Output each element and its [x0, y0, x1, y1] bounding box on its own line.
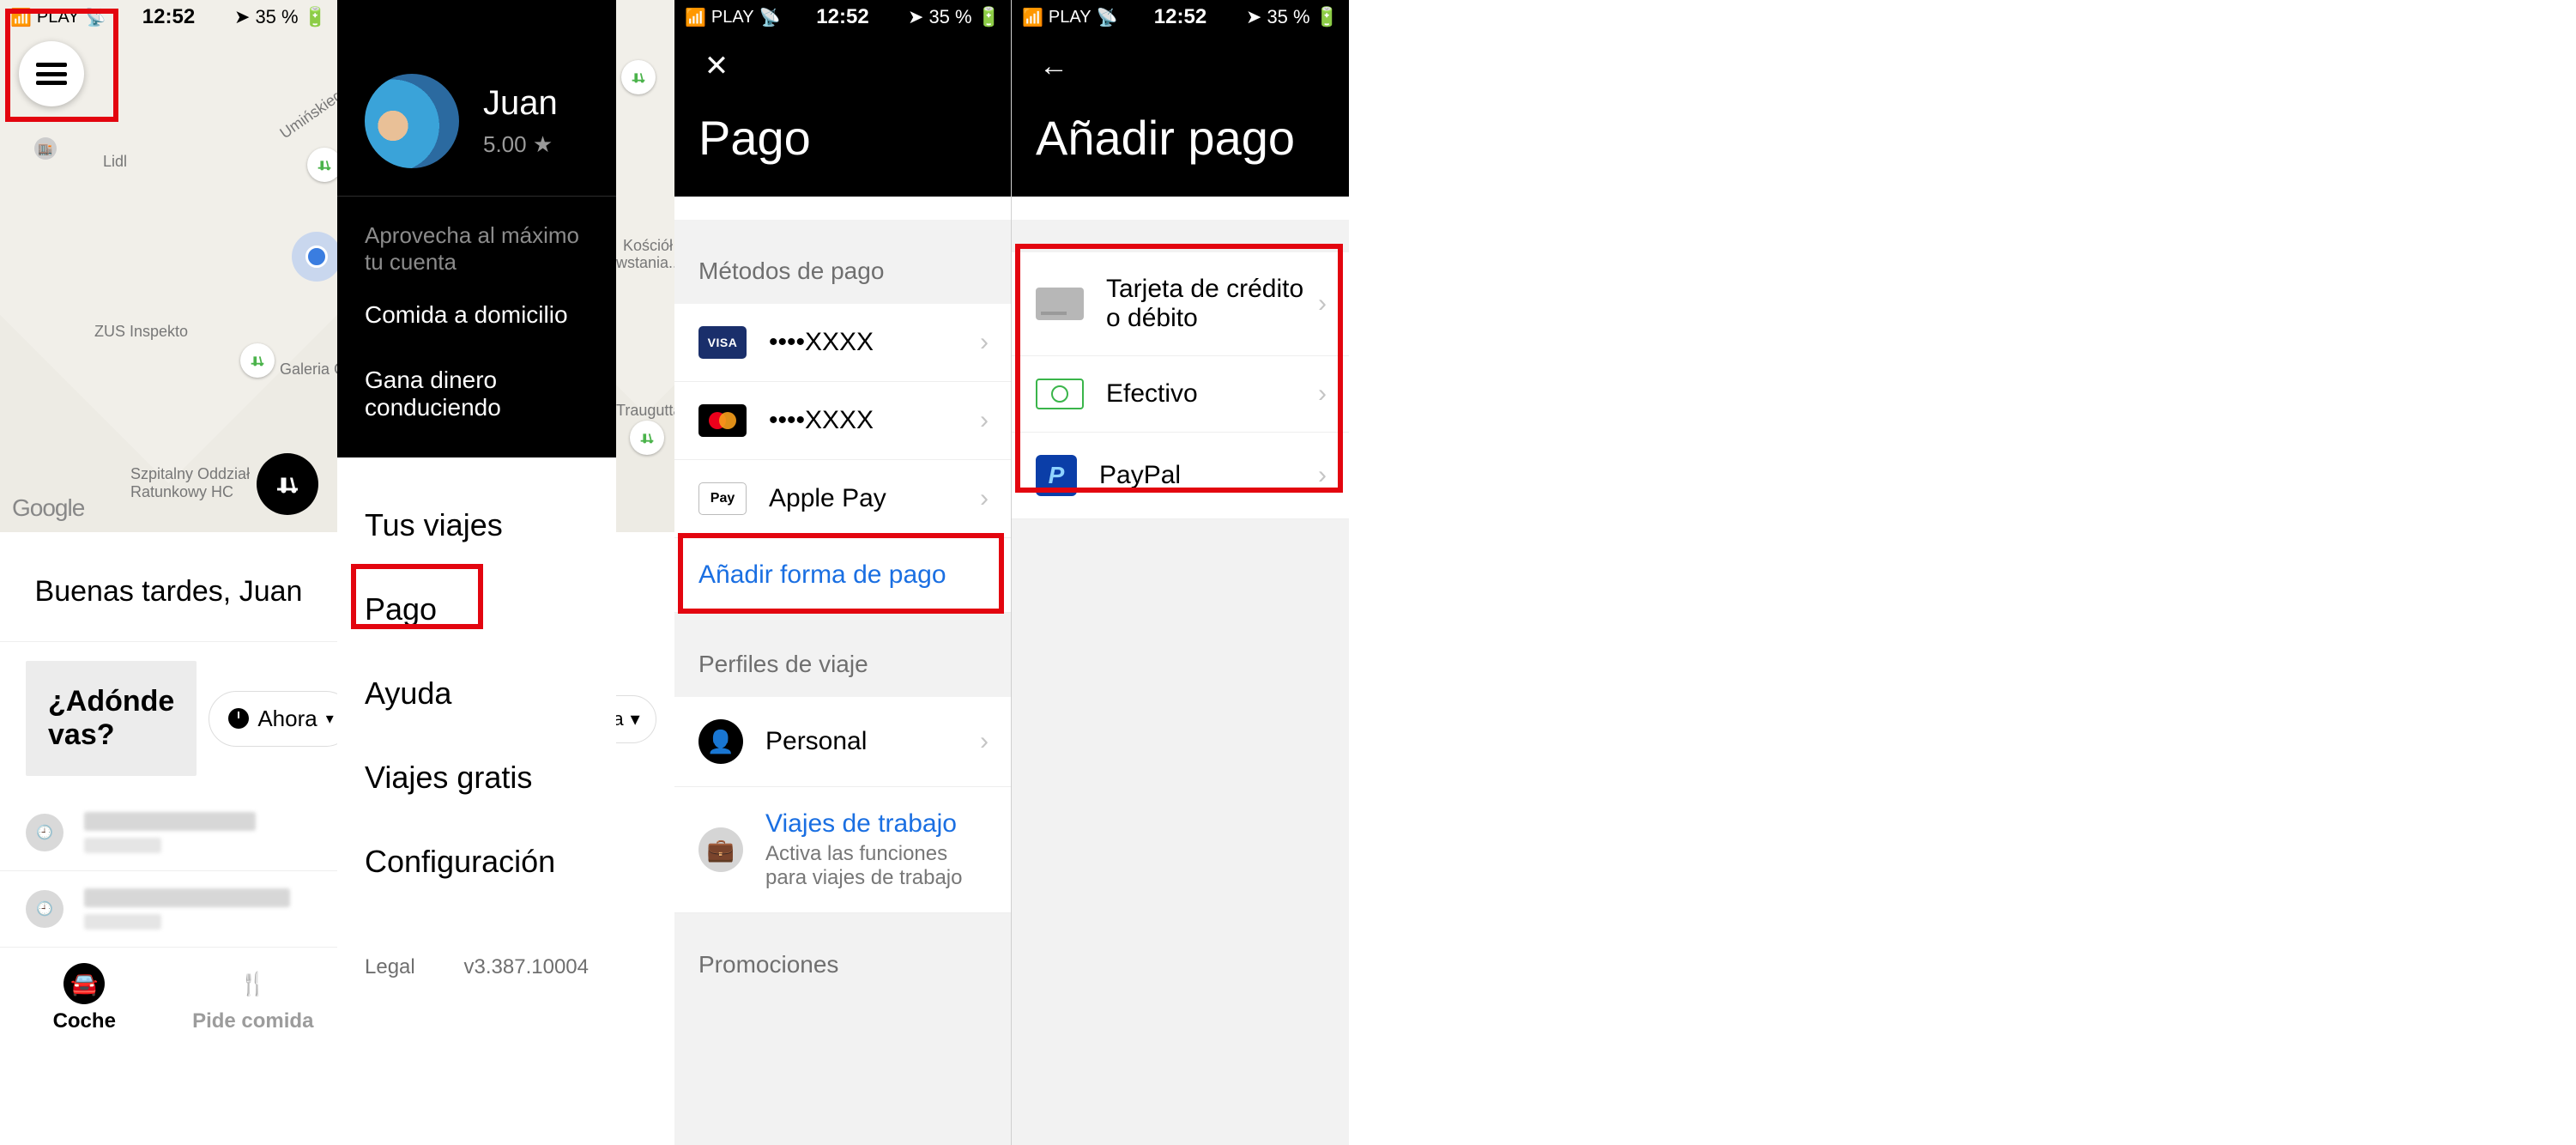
- map-road-label: Umińskiego: [276, 82, 337, 142]
- map-poi-label: Lidl: [103, 153, 127, 171]
- legal-link[interactable]: Legal: [365, 955, 415, 979]
- scooter-marker[interactable]: [307, 148, 337, 182]
- hamburger-icon: [36, 63, 67, 85]
- visa-icon: VISA: [698, 326, 747, 359]
- status-bar: 📶PLAY📡 12:52 ➤35 %🔋: [1012, 0, 1349, 34]
- payment-method-mastercard[interactable]: ••••XXXX ›: [674, 382, 1011, 460]
- home-sheet: Buenas tardes, Juan ¿Adónde vas? Ahora ▾…: [0, 532, 337, 1145]
- chevron-right-icon: ›: [980, 727, 989, 756]
- map-poi-label: Galeria Green Point: [280, 360, 337, 379]
- tab-food[interactable]: 🍴 Pide comida: [169, 948, 338, 1056]
- cash-icon: [1036, 379, 1084, 409]
- scooter-marker: [621, 60, 656, 94]
- promo-link-food[interactable]: Comida a domicilio: [337, 282, 616, 348]
- add-paypal-option[interactable]: P PayPal ›: [1012, 433, 1349, 519]
- profile-personal[interactable]: 👤 Personal ›: [674, 697, 1011, 787]
- map-peek: Kościół wstania... Traugutta: [616, 0, 674, 532]
- avatar: [365, 74, 459, 168]
- page-title: Añadir pago: [1036, 110, 1325, 166]
- recent-location-row[interactable]: 🕘: [0, 795, 337, 870]
- add-payment-method-link[interactable]: Añadir forma de pago: [674, 538, 1011, 613]
- drawer-item-settings[interactable]: Configuración: [337, 820, 616, 904]
- profile-rating: 5.00 ★: [483, 131, 558, 158]
- car-icon: 🚘: [63, 963, 105, 1004]
- map-road-label: Traugutta: [616, 402, 674, 420]
- chevron-right-icon: ›: [1318, 289, 1327, 318]
- section-payment-methods: Métodos de pago: [674, 220, 1011, 304]
- chevron-right-icon: ›: [980, 406, 989, 435]
- google-logo: Google: [12, 494, 84, 522]
- paypal-icon: P: [1036, 455, 1077, 496]
- clock-icon: [228, 708, 249, 729]
- schedule-button[interactable]: Ahora ▾: [209, 691, 337, 747]
- map-poi-label: Szpitalny Oddział Ratunkowy HC: [130, 465, 250, 501]
- arrow-left-icon: ←: [1039, 50, 1068, 83]
- destination-input[interactable]: ¿Adónde vas?: [26, 661, 197, 776]
- briefcase-icon: 💼: [698, 827, 743, 872]
- profile-row[interactable]: Juan 5.00 ★: [337, 51, 616, 196]
- status-bar: 📶PLAY📡 12:52 ➤35 %🔋: [674, 0, 1011, 34]
- close-button[interactable]: ✕: [698, 48, 735, 84]
- scooter-marker[interactable]: [240, 343, 275, 378]
- card-icon: [1036, 288, 1084, 320]
- promo-header: Aprovecha al máximo tu cuenta: [337, 197, 616, 282]
- payment-method-applepay[interactable]: Pay Apple Pay ›: [674, 460, 1011, 538]
- chevron-right-icon: ›: [1318, 379, 1327, 409]
- person-icon: 👤: [698, 719, 743, 764]
- map-poi-label: wstania...: [616, 254, 674, 272]
- section-promotions: Promociones: [674, 913, 1011, 997]
- carrier-label: 📶PLAY📡: [10, 7, 106, 28]
- greeting-text: Buenas tardes, Juan: [0, 556, 337, 641]
- chevron-right-icon: ›: [980, 484, 989, 513]
- user-location-dot: [292, 232, 337, 282]
- clock-icon: 🕘: [26, 890, 63, 928]
- clock-icon: 🕘: [26, 814, 63, 851]
- food-icon: 🍴: [233, 963, 274, 1004]
- version-label: v3.387.10004: [464, 955, 589, 979]
- map-poi-label: Kościół: [623, 237, 673, 255]
- drawer-item-freetrips[interactable]: Viajes gratis: [337, 736, 616, 820]
- profile-work[interactable]: 💼 Viajes de trabajo Activa las funciones…: [674, 787, 1011, 913]
- chevron-right-icon: ›: [1318, 461, 1327, 490]
- mastercard-icon: [698, 404, 747, 437]
- status-battery: ➤35 %🔋: [234, 6, 327, 28]
- chevron-down-icon: ▾: [326, 710, 334, 728]
- status-time: 12:52: [142, 5, 195, 29]
- scooter-marker: [630, 421, 664, 455]
- add-cash-option[interactable]: Efectivo ›: [1012, 356, 1349, 433]
- section-travel-profiles: Perfiles de viaje: [674, 613, 1011, 697]
- status-bar: 📶PLAY📡 12:52 ➤35 %🔋: [0, 0, 337, 34]
- close-icon: ✕: [704, 49, 729, 83]
- promo-link-drive[interactable]: Gana dinero conduciendo: [337, 348, 616, 440]
- nav-drawer: Juan 5.00 ★ Aprovecha al máximo tu cuent…: [337, 0, 616, 1145]
- drawer-item-payment[interactable]: Pago: [337, 567, 616, 651]
- schedule-button-peek: ra▾: [616, 695, 656, 743]
- drawer-item-help[interactable]: Ayuda: [337, 651, 616, 736]
- scooter-mode-button[interactable]: [257, 453, 318, 515]
- payment-method-visa[interactable]: VISA ••••XXXX ›: [674, 304, 1011, 382]
- drawer-item-trips[interactable]: Tus viajes: [337, 483, 616, 567]
- recent-location-row[interactable]: 🕘: [0, 871, 337, 947]
- back-button[interactable]: ←: [1036, 48, 1072, 84]
- menu-button[interactable]: [19, 41, 84, 106]
- add-card-option[interactable]: Tarjeta de crédito o débito ›: [1012, 252, 1349, 356]
- chevron-right-icon: ›: [980, 328, 989, 357]
- tab-car[interactable]: 🚘 Coche: [0, 948, 169, 1056]
- map-poi-label: ZUS Inspekto: [94, 323, 188, 341]
- profile-name: Juan: [483, 84, 558, 123]
- applepay-icon: Pay: [698, 482, 747, 515]
- page-title: Pago: [698, 110, 987, 166]
